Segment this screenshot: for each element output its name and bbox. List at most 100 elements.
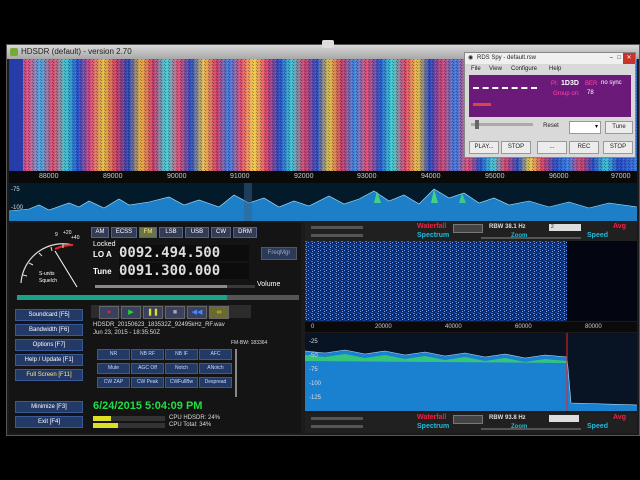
cw-fullbw-button[interactable]: CWFullBw [165, 377, 198, 388]
soundcard-button[interactable]: Soundcard [F5] [15, 309, 83, 321]
notch-button[interactable]: Notch [165, 363, 198, 374]
bandwidth-button[interactable]: Bandwidth [F6] [15, 324, 83, 336]
afc-button[interactable]: AFC [199, 349, 232, 360]
mode-usb-button[interactable]: USB [185, 227, 209, 238]
rds-menu-configure[interactable]: Configure [511, 64, 537, 74]
stop-icon: ■ [172, 309, 178, 316]
rf-spectrum[interactable]: -75 -100 [9, 183, 637, 221]
mode-am-button[interactable]: AM [91, 227, 109, 238]
stop-button[interactable]: ■ [165, 306, 185, 319]
spectrum-level-slider[interactable] [311, 234, 363, 237]
rds-menu-help[interactable]: Help [549, 64, 561, 74]
af-axis-tick: 40000 [445, 324, 462, 330]
mode-ecss-button[interactable]: ECSS [111, 227, 137, 238]
rf-axis-tick: 92000 [294, 173, 314, 180]
rds-browse-button[interactable]: ... [537, 141, 567, 154]
rds-menu-file[interactable]: File [471, 64, 481, 74]
af-spectrum-label: Spectrum [417, 423, 450, 430]
af-avg-select[interactable] [549, 415, 579, 422]
rds-minimize-icon[interactable]: – [610, 53, 613, 64]
af-axis-tick: 80000 [585, 324, 602, 330]
rds-reset-button[interactable]: Reset [537, 121, 565, 132]
af-spectrum[interactable]: -25 -50 -75 -100 -125 [305, 333, 637, 411]
mode-lsb-button[interactable]: LSB [159, 227, 183, 238]
record-icon: ● [106, 309, 112, 316]
help-update-button[interactable]: Help / Update [F1] [15, 354, 83, 366]
rds-slider-thumb[interactable] [475, 120, 479, 129]
cpu-total-bar [93, 423, 165, 428]
rf-speed-label: Speed [587, 232, 609, 239]
af-db-label: -75 [309, 367, 318, 373]
cpu-total-text: CPU Total: 34% [169, 422, 212, 428]
full-screen-button[interactable]: Full Screen [F11] [15, 369, 83, 381]
volume-slider-track[interactable] [95, 285, 255, 288]
control-panel: AM ECSS FM LSB USB CW DRM 9 +20 +40 S-un… [9, 223, 301, 433]
record-button[interactable]: ● [99, 306, 119, 319]
rds-slider[interactable] [471, 120, 533, 129]
rds-play-button[interactable]: PLAY... [469, 141, 499, 154]
anotch-button[interactable]: ANotch [199, 363, 232, 374]
rds-spy-titlebar[interactable]: ◉ RDS Spy - default.rsw – □ ✕ [465, 53, 635, 64]
rf-waterfall-stepper[interactable] [453, 224, 483, 233]
rf-axis-tick: 89000 [103, 173, 123, 180]
lo-frequency-display[interactable]: 0092.494.500 [119, 245, 249, 261]
rewind-button[interactable]: ◀◀ [187, 306, 207, 319]
rf-zoom-slider[interactable] [481, 237, 581, 239]
cw-zap-button[interactable]: CW ZAP [97, 377, 130, 388]
rds-rec-button[interactable]: REC [569, 141, 599, 154]
rf-rbw-readout: RBW 38.1 Hz [489, 224, 526, 230]
rds-tune-button[interactable]: Tune [605, 121, 633, 134]
af-waterfall-image [305, 241, 637, 321]
nb-if-button[interactable]: NB IF [165, 349, 198, 360]
af-spectrum-level-slider[interactable] [311, 425, 363, 428]
play-button[interactable]: ▶ [121, 306, 141, 319]
mode-drm-button[interactable]: DRM [233, 227, 257, 238]
fm-bw-slider[interactable] [235, 349, 237, 397]
af-zoom-slider[interactable] [481, 428, 581, 430]
rds-group-label: Group on: [553, 91, 580, 97]
rds-level-indicator [473, 103, 491, 106]
rds-pi-label: PI: [551, 81, 559, 87]
s-meter-label-squelch: Squelch [39, 278, 58, 284]
tune-slider-track[interactable] [17, 295, 299, 300]
nr-button[interactable]: NR [97, 349, 130, 360]
s-meter-scale-40: +40 [71, 235, 80, 241]
rds-dropdown[interactable]: ▾ [569, 121, 601, 134]
recording-date: Jun 23, 2015 - 18:35:50Z [93, 330, 161, 336]
pause-icon: ❚❚ [147, 309, 159, 316]
cpu-total-bar-fill [93, 423, 118, 428]
mute-button[interactable]: Mute [97, 363, 130, 374]
af-waterfall-stepper[interactable] [453, 415, 483, 424]
rds-menu-view[interactable]: View [489, 64, 502, 74]
mode-cw-button[interactable]: CW [211, 227, 231, 238]
freqmgr-button[interactable]: FreqMgr [261, 247, 297, 260]
pause-button[interactable]: ❚❚ [143, 306, 163, 319]
rf-display-controls: Waterfall Spectrum RBW 38.1 Hz 2 Avg Zoo… [305, 222, 637, 242]
rds-pi-code: 1D3D [561, 80, 579, 87]
af-axis-tick: 60000 [515, 324, 532, 330]
rds-stop-rec-button[interactable]: STOP [603, 141, 633, 154]
loop-button[interactable]: ∞ [209, 306, 229, 319]
waterfall-level-slider[interactable] [311, 226, 363, 229]
minimize-button[interactable]: Minimize [F3] [15, 401, 83, 413]
tune-label: Tune [93, 267, 112, 276]
rf-db-label: -75 [11, 187, 20, 193]
rf-avg-select[interactable]: 2 [549, 224, 581, 231]
cw-peak-button[interactable]: CW Peak [131, 377, 164, 388]
nb-rf-button[interactable]: NB RF [131, 349, 164, 360]
options-button[interactable]: Options [F7] [15, 339, 83, 351]
rds-maximize-icon[interactable]: □ [617, 53, 621, 64]
af-waterfall-level-slider[interactable] [311, 417, 363, 420]
af-rbw-readout: RBW 93.8 Hz [489, 415, 526, 421]
rds-close-icon[interactable]: ✕ [623, 53, 635, 64]
exit-button[interactable]: Exit [F4] [15, 416, 83, 428]
tune-frequency-display[interactable]: 0091.300.000 [119, 263, 249, 279]
volume-label: Volume [257, 281, 281, 288]
rf-frequency-axis: 88000 89000 90000 91000 92000 93000 9400… [9, 171, 637, 183]
agc-off-button[interactable]: AGC Off [131, 363, 164, 374]
despread-button[interactable]: Despread [199, 377, 232, 388]
rds-stop-play-button[interactable]: STOP [501, 141, 531, 154]
af-waterfall[interactable] [305, 241, 637, 321]
af-db-label: -100 [309, 381, 322, 387]
mode-fm-button[interactable]: FM [139, 227, 157, 238]
